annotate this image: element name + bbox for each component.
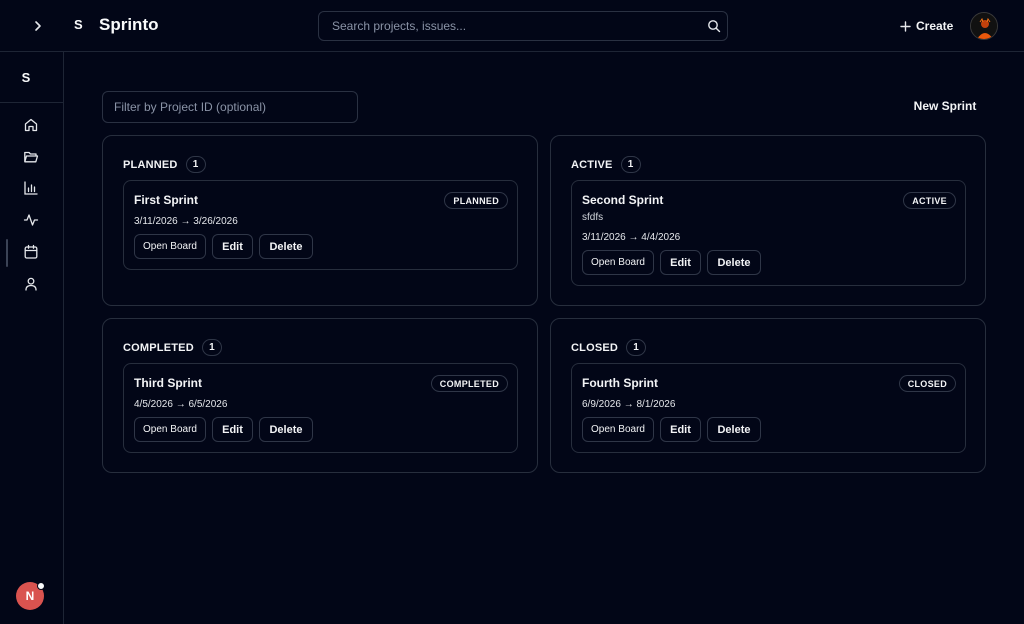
calendar-icon xyxy=(24,244,38,259)
top-bar: S Sprinto Create xyxy=(0,0,1024,52)
column-count-badge: 1 xyxy=(201,339,222,356)
sidebar-item-activity[interactable] xyxy=(21,210,41,230)
sprint-name: Fourth Sprint xyxy=(582,376,658,390)
sprint-name: Second Sprint xyxy=(582,193,664,207)
sidebar-item-profile[interactable] xyxy=(21,274,41,294)
sidebar-divider xyxy=(0,102,63,103)
edit-button[interactable]: Edit xyxy=(212,417,253,442)
status-badge: PLANNED xyxy=(444,192,508,209)
sprint-card: Third Sprint COMPLETED 4/5/2026 → 6/5/20… xyxy=(123,363,518,453)
create-label: Create xyxy=(916,19,954,33)
card-actions: Open Board Edit Delete xyxy=(134,417,313,442)
search-box xyxy=(318,11,728,41)
card-actions: Open Board Edit Delete xyxy=(134,234,313,259)
sprint-dates: 3/11/2026 → 3/26/2026 xyxy=(134,216,238,227)
user-icon xyxy=(25,277,37,291)
sidebar: S N xyxy=(0,52,64,624)
sprint-dates: 6/9/2026 → 8/1/2026 xyxy=(582,399,676,410)
sprint-column-planned: PLANNED 1 First Sprint PLANNED 3/11/2026… xyxy=(102,135,538,306)
new-sprint-button[interactable]: New Sprint xyxy=(905,99,985,113)
profile-avatar[interactable] xyxy=(970,12,998,40)
column-title: CLOSED xyxy=(571,341,619,354)
column-header: COMPLETED 1 xyxy=(123,339,222,356)
chevron-right-icon xyxy=(35,21,41,31)
sprint-dates: 4/5/2026 → 6/5/2026 xyxy=(134,399,228,410)
column-count-badge: 1 xyxy=(626,339,647,356)
edit-button[interactable]: Edit xyxy=(212,234,253,259)
search-icon[interactable] xyxy=(707,19,721,33)
search-input[interactable] xyxy=(319,12,727,40)
column-title: ACTIVE xyxy=(571,158,613,171)
open-board-button[interactable]: Open Board xyxy=(582,417,654,442)
sprint-card: Fourth Sprint CLOSED 6/9/2026 → 8/1/2026… xyxy=(571,363,966,453)
sprint-name: Third Sprint xyxy=(134,376,202,390)
open-board-button[interactable]: Open Board xyxy=(134,234,206,259)
open-board-button[interactable]: Open Board xyxy=(134,417,206,442)
sprint-card: Second Sprint ACTIVE sfdfs 3/11/2026 → 4… xyxy=(571,180,966,286)
project-id-filter-input[interactable] xyxy=(103,92,357,122)
sprint-column-completed: COMPLETED 1 Third Sprint COMPLETED 4/5/2… xyxy=(102,318,538,473)
column-title: PLANNED xyxy=(123,158,178,171)
delete-button[interactable]: Delete xyxy=(259,417,313,442)
expand-sidebar-button[interactable] xyxy=(28,16,48,36)
edit-button[interactable]: Edit xyxy=(660,250,701,275)
workspace-initial[interactable]: S xyxy=(0,70,52,85)
column-header: CLOSED 1 xyxy=(571,339,647,356)
sidebar-item-home[interactable] xyxy=(21,115,41,135)
column-title: COMPLETED xyxy=(123,341,194,354)
notification-dot xyxy=(37,582,45,590)
column-count-badge: 1 xyxy=(620,156,641,173)
create-button[interactable]: Create xyxy=(900,17,953,35)
brand-name[interactable]: Sprinto xyxy=(99,15,159,35)
open-board-button[interactable]: Open Board xyxy=(582,250,654,275)
delete-button[interactable]: Delete xyxy=(707,417,761,442)
column-header: PLANNED 1 xyxy=(123,156,206,173)
folder-icon xyxy=(24,151,39,163)
card-actions: Open Board Edit Delete xyxy=(582,250,761,275)
bar-chart-icon xyxy=(24,181,38,195)
sprint-description: sfdfs xyxy=(582,212,604,223)
sidebar-item-sprints[interactable] xyxy=(21,242,41,262)
delete-button[interactable]: Delete xyxy=(259,234,313,259)
sidebar-item-reports[interactable] xyxy=(21,178,41,198)
sprint-column-closed: CLOSED 1 Fourth Sprint CLOSED 6/9/2026 →… xyxy=(550,318,986,473)
delete-button[interactable]: Delete xyxy=(707,250,761,275)
home-icon xyxy=(24,118,38,132)
column-count-badge: 1 xyxy=(185,156,206,173)
activity-icon xyxy=(23,214,39,226)
status-badge: ACTIVE xyxy=(903,192,956,209)
status-badge: CLOSED xyxy=(898,375,956,392)
sprint-card: First Sprint PLANNED 3/11/2026 → 3/26/20… xyxy=(123,180,518,270)
card-actions: Open Board Edit Delete xyxy=(582,417,761,442)
column-header: ACTIVE 1 xyxy=(571,156,641,173)
status-badge: COMPLETED xyxy=(430,375,508,392)
project-filter xyxy=(102,91,358,123)
edit-button[interactable]: Edit xyxy=(660,417,701,442)
sprint-column-active: ACTIVE 1 Second Sprint ACTIVE sfdfs 3/11… xyxy=(550,135,986,306)
active-nav-indicator xyxy=(6,239,8,267)
sprint-dates: 3/11/2026 → 4/4/2026 xyxy=(582,232,681,243)
avatar-image-icon xyxy=(971,13,997,39)
brand-initial: S xyxy=(74,17,83,32)
sidebar-item-projects[interactable] xyxy=(21,147,41,167)
sprint-name: First Sprint xyxy=(134,193,199,207)
plus-icon xyxy=(900,20,911,32)
